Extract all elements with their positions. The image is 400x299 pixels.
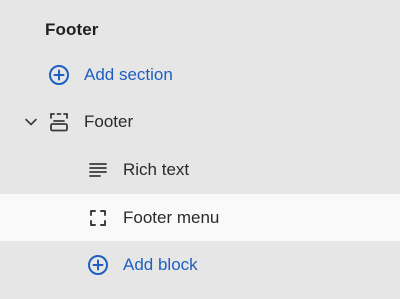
text-lines-icon (87, 159, 109, 181)
add-section-button[interactable]: Add section (0, 52, 400, 98)
dashed-square-icon (88, 208, 108, 228)
section-group-title: Footer (45, 20, 99, 39)
section-item-label: Footer (84, 112, 134, 131)
footer-layout-icon (47, 110, 71, 134)
add-section-label: Add section (84, 65, 173, 84)
add-block-label: Add block (123, 255, 198, 274)
block-item-footer-menu[interactable]: Footer menu (0, 194, 400, 241)
block-item-label: Footer menu (123, 207, 220, 227)
add-circle-icon (48, 64, 70, 86)
block-item-label: Rich text (123, 160, 190, 179)
add-block-button[interactable]: Add block (0, 242, 400, 288)
section-item-footer[interactable]: Footer (0, 99, 400, 145)
add-circle-icon (87, 254, 109, 276)
block-item-rich-text[interactable]: Rich text (0, 147, 400, 193)
theme-editor-sidebar: Footer Add section Footer Rich text Foot… (0, 0, 400, 299)
chevron-down-icon[interactable] (22, 113, 40, 131)
